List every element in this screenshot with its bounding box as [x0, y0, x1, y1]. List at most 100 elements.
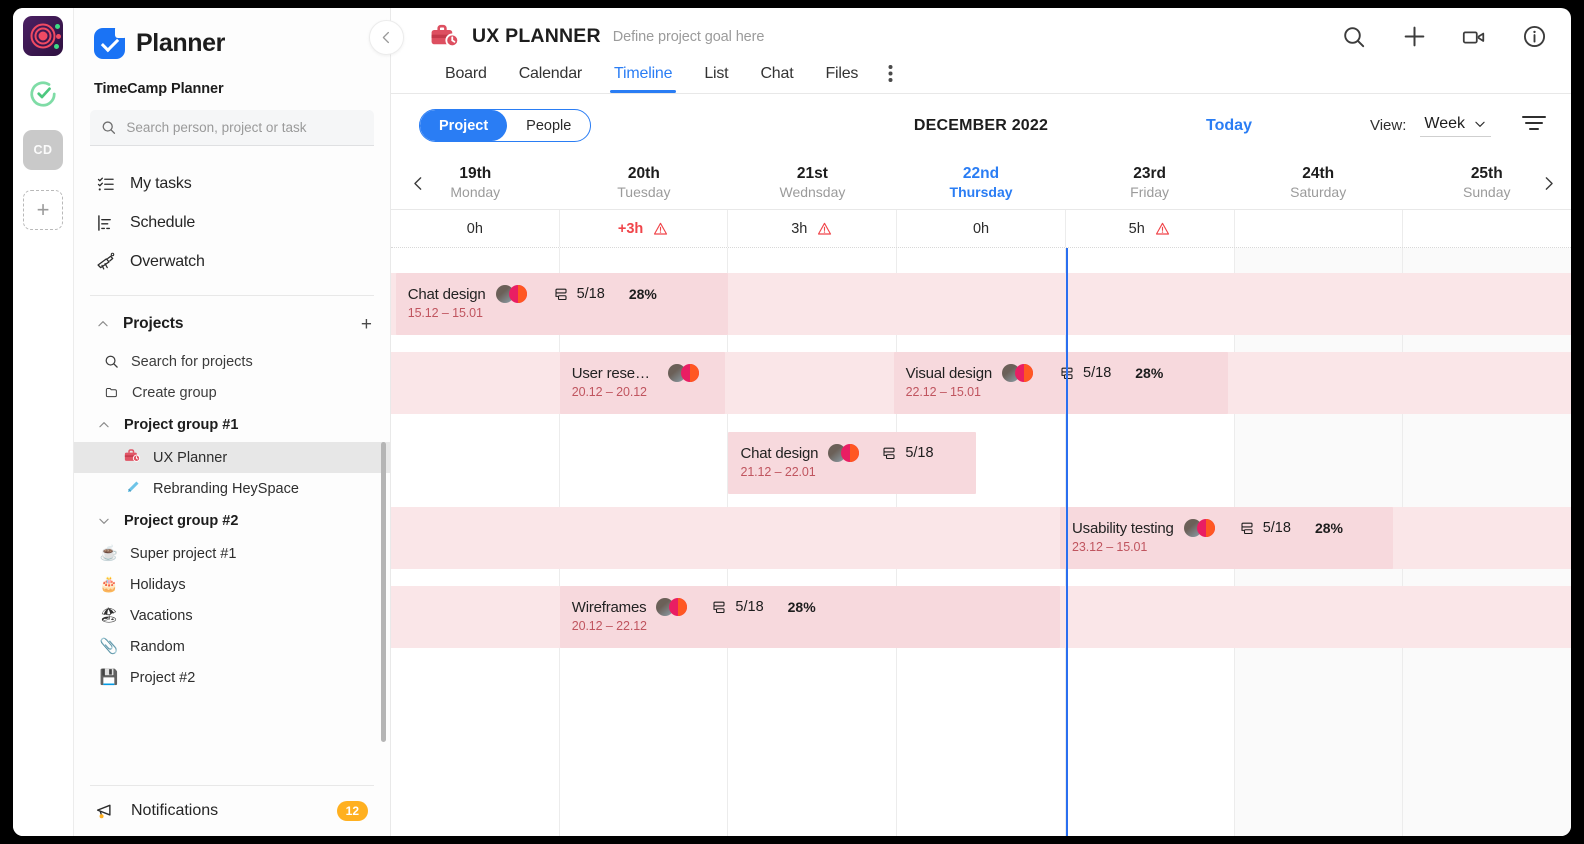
tab-timeline[interactable]: Timeline: [598, 65, 688, 93]
plus-icon[interactable]: [1401, 24, 1427, 50]
task-bar[interactable]: Usability testing 5/18 28%: [1060, 507, 1393, 569]
tab-calendar[interactable]: Calendar: [503, 65, 598, 93]
day-number: 24th: [1302, 165, 1334, 183]
search-for-projects[interactable]: Search for projects: [74, 346, 390, 377]
filter-icon[interactable]: [1521, 113, 1547, 138]
create-group[interactable]: Create group: [74, 377, 390, 408]
toggle-people[interactable]: People: [507, 110, 590, 141]
sidebar-project-random[interactable]: 📎 Random: [74, 631, 390, 662]
project-people-toggle[interactable]: Project People: [419, 109, 591, 142]
sidebar-project-project-2[interactable]: 💾 Project #2: [74, 662, 390, 693]
chevron-up-icon[interactable]: [96, 418, 112, 432]
project-group-1-header[interactable]: Project group #1: [74, 408, 390, 442]
projects-title: Projects: [123, 315, 361, 333]
task-meta: 5/18 28%: [553, 286, 657, 302]
timeline-grid[interactable]: Chat design 5/18 28%: [391, 248, 1571, 836]
day-header-today[interactable]: 22nd Thursday: [897, 156, 1066, 209]
coffee-icon: ☕: [99, 546, 119, 561]
workspace-avatar[interactable]: [23, 16, 63, 56]
sidebar-project-super-project-1[interactable]: ☕ Super project #1: [74, 538, 390, 569]
day-header[interactable]: 20th Tuesday: [560, 156, 729, 209]
notifications-badge: 12: [337, 801, 368, 821]
chevron-down-icon[interactable]: [96, 514, 112, 528]
task-bar[interactable]: User rese… 20.12 – 20.12: [560, 352, 725, 414]
more-tabs-icon[interactable]: [874, 64, 907, 93]
sidebar-project-label: Holidays: [130, 577, 186, 593]
sidebar-project-rebranding-heyspace[interactable]: Rebranding HeySpace: [74, 473, 390, 504]
day-header[interactable]: 24th Saturday: [1234, 156, 1403, 209]
task-meta: 5/18: [881, 445, 933, 461]
task-dates: 23.12 – 15.01: [1072, 540, 1343, 554]
project-goal[interactable]: Define project goal here: [613, 29, 765, 45]
day-name: Thursday: [950, 184, 1013, 200]
today-button[interactable]: Today: [1206, 117, 1252, 135]
next-week-button[interactable]: [1529, 156, 1567, 210]
assignee-avatars[interactable]: [1184, 519, 1215, 537]
assignee-avatars[interactable]: [656, 598, 687, 616]
sidebar: Planner TimeCamp Planner: [74, 8, 391, 836]
workspace-initials[interactable]: CD: [23, 130, 63, 170]
sidebar-scrollbar[interactable]: [381, 442, 386, 742]
add-workspace-button[interactable]: +: [23, 190, 63, 230]
video-icon[interactable]: [1461, 24, 1487, 50]
task-title-row: Chat design 5/18: [740, 444, 933, 462]
assignee-avatars[interactable]: [1002, 364, 1033, 382]
day-hours-value: 0h: [973, 221, 989, 237]
sidebar-project-holidays[interactable]: 🎂 Holidays: [74, 569, 390, 600]
day-hours-value: 3h: [791, 221, 807, 237]
search-input[interactable]: [126, 120, 363, 135]
day-header[interactable]: 21st Wednsday: [728, 156, 897, 209]
task-name: Chat design: [740, 445, 818, 462]
collapse-sidebar-button[interactable]: [369, 20, 404, 55]
task-progress: 28%: [1135, 365, 1163, 381]
timecamp-icon[interactable]: [23, 74, 63, 114]
sidebar-item-my-tasks[interactable]: My tasks: [74, 164, 390, 203]
tab-list[interactable]: List: [688, 65, 744, 93]
task-bar[interactable]: Wireframes 5/18 28%: [560, 586, 1060, 648]
target-icon: [30, 23, 56, 49]
task-dates: 22.12 – 15.01: [906, 385, 1164, 399]
sidebar-item-schedule[interactable]: Schedule: [74, 203, 390, 242]
sidebar-project-label: Super project #1: [130, 546, 236, 562]
tab-files[interactable]: Files: [809, 65, 874, 93]
projects-section-header[interactable]: Projects +: [74, 302, 390, 346]
day-hours-cell: 5h: [1066, 210, 1235, 247]
task-dates: 20.12 – 22.12: [572, 619, 816, 633]
task-name: User rese…: [572, 365, 650, 382]
day-name: Tuesday: [617, 184, 670, 200]
sidebar-project-vacations[interactable]: 🏖 Vacations: [74, 600, 390, 631]
page-title: UX PLANNER: [472, 25, 601, 48]
warning-icon: [816, 221, 833, 237]
brand: Planner: [74, 8, 390, 59]
projects-scroll-area[interactable]: Projects + Search for projects Create gr…: [74, 296, 390, 785]
task-progress: 28%: [788, 599, 816, 615]
sidebar-item-notifications[interactable]: Notifications 12: [74, 786, 390, 836]
search-icon[interactable]: [1341, 24, 1367, 50]
briefcase-icon: [122, 447, 142, 468]
sidebar-item-overwatch[interactable]: Overwatch: [74, 242, 390, 281]
sidebar-project-ux-planner[interactable]: UX Planner: [74, 442, 390, 473]
toggle-project[interactable]: Project: [420, 110, 507, 141]
day-header[interactable]: 23rd Friday: [1065, 156, 1234, 209]
assignee-avatars[interactable]: [828, 444, 859, 462]
project-group-2-header[interactable]: Project group #2: [74, 504, 390, 538]
subtasks-icon: [711, 600, 727, 615]
tab-chat[interactable]: Chat: [744, 65, 809, 93]
add-project-button[interactable]: +: [361, 315, 372, 334]
subtasks-icon: [553, 287, 569, 302]
workspace-rail: CD +: [13, 8, 74, 836]
task-subtask-count: 5/18: [735, 599, 763, 615]
task-bar[interactable]: Chat design 5/18 21.12: [728, 432, 976, 494]
search-box[interactable]: [90, 110, 374, 146]
tab-board[interactable]: Board: [429, 65, 503, 93]
assignee-avatars[interactable]: [496, 285, 527, 303]
prev-week-button[interactable]: [399, 156, 437, 210]
project-header: UX PLANNER Define project goal here: [391, 8, 1571, 93]
assignee-avatars[interactable]: [668, 364, 699, 382]
task-bar[interactable]: Visual design 5/18 28%: [894, 352, 1228, 414]
chevron-up-icon[interactable]: [95, 317, 111, 331]
view-select[interactable]: Week: [1420, 115, 1491, 137]
task-bar[interactable]: Chat design 5/18 28%: [396, 273, 729, 335]
day-number: 19th: [459, 165, 491, 183]
info-icon[interactable]: [1521, 24, 1547, 50]
